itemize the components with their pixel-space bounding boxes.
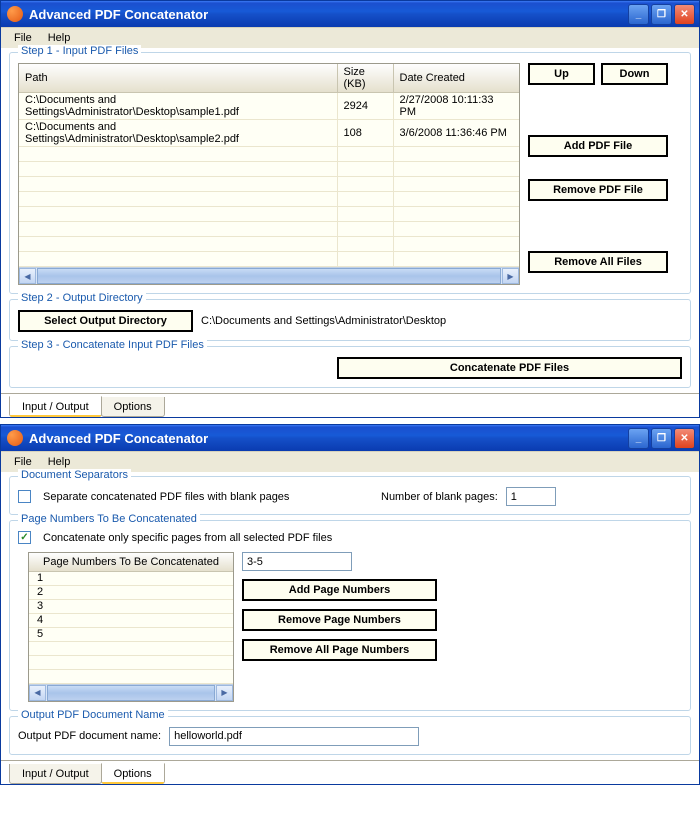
list-item: 3 bbox=[29, 599, 233, 613]
window-io: Advanced PDF Concatenator _ ❐ ✕ File Hel… bbox=[0, 0, 700, 418]
col-size[interactable]: Size (KB) bbox=[337, 64, 393, 93]
step3-group: Step 3 - Concatenate Input PDF Files Con… bbox=[9, 346, 691, 388]
scroll-left-icon[interactable]: ◀ bbox=[29, 685, 46, 701]
maximize-button[interactable]: ❐ bbox=[651, 428, 672, 449]
output-name-label: Output PDF Document Name bbox=[18, 709, 168, 721]
step2-group: Step 2 - Output Directory Select Output … bbox=[9, 299, 691, 341]
list-item: 5 bbox=[29, 627, 233, 641]
step1-group: Step 1 - Input PDF Files Path Size (KB) … bbox=[9, 52, 691, 294]
close-button[interactable]: ✕ bbox=[674, 4, 695, 25]
tabstrip: Input / Output Options bbox=[1, 760, 699, 784]
h-scrollbar[interactable]: ◀ ▶ bbox=[29, 684, 233, 701]
page-numbers-group: Page Numbers To Be Concatenated Concaten… bbox=[9, 520, 691, 711]
maximize-button[interactable]: ❐ bbox=[651, 4, 672, 25]
col-date[interactable]: Date Created bbox=[393, 64, 519, 93]
add-page-numbers-button[interactable]: Add Page Numbers bbox=[242, 579, 437, 601]
separate-checkbox-label: Separate concatenated PDF files with bla… bbox=[43, 491, 373, 503]
table-row: C:\Documents and Settings\Administrator\… bbox=[19, 93, 519, 120]
tab-options[interactable]: Options bbox=[101, 763, 165, 784]
page-range-input[interactable] bbox=[242, 552, 352, 571]
scroll-left-icon[interactable]: ◀ bbox=[19, 268, 36, 284]
add-pdf-button[interactable]: Add PDF File bbox=[528, 135, 668, 157]
tab-options[interactable]: Options bbox=[101, 397, 165, 417]
output-name-input[interactable] bbox=[169, 727, 419, 746]
remove-all-button[interactable]: Remove All Files bbox=[528, 251, 668, 273]
output-name-field-label: Output PDF document name: bbox=[18, 730, 161, 742]
specific-pages-label: Concatenate only specific pages from all… bbox=[43, 532, 332, 544]
pn-col[interactable]: Page Numbers To Be Concatenated bbox=[29, 553, 233, 571]
h-scrollbar[interactable]: ◀ ▶ bbox=[19, 267, 519, 284]
tab-input-output[interactable]: Input / Output bbox=[9, 764, 102, 784]
window-title: Advanced PDF Concatenator bbox=[29, 7, 628, 22]
blank-pages-label: Number of blank pages: bbox=[381, 491, 498, 503]
window-options: Advanced PDF Concatenator _ ❐ ✕ File Hel… bbox=[0, 424, 700, 785]
window-title: Advanced PDF Concatenator bbox=[29, 431, 628, 446]
titlebar[interactable]: Advanced PDF Concatenator _ ❐ ✕ bbox=[1, 425, 699, 451]
list-item: 1 bbox=[29, 571, 233, 585]
remove-page-numbers-button[interactable]: Remove Page Numbers bbox=[242, 609, 437, 631]
separate-checkbox[interactable] bbox=[18, 490, 31, 503]
app-icon bbox=[7, 430, 23, 446]
output-name-group: Output PDF Document Name Output PDF docu… bbox=[9, 716, 691, 755]
separators-label: Document Separators bbox=[18, 469, 131, 481]
app-icon bbox=[7, 6, 23, 22]
page-numbers-label: Page Numbers To Be Concatenated bbox=[18, 513, 200, 525]
step2-label: Step 2 - Output Directory bbox=[18, 292, 146, 304]
scroll-thumb[interactable] bbox=[37, 268, 501, 284]
close-button[interactable]: ✕ bbox=[674, 428, 695, 449]
table-row: C:\Documents and Settings\Administrator\… bbox=[19, 120, 519, 147]
remove-pdf-button[interactable]: Remove PDF File bbox=[528, 179, 668, 201]
select-output-dir-button[interactable]: Select Output Directory bbox=[18, 310, 193, 332]
page-numbers-table[interactable]: Page Numbers To Be Concatenated 1 2 3 4 … bbox=[28, 552, 234, 702]
scroll-right-icon[interactable]: ▶ bbox=[216, 685, 233, 701]
list-item: 4 bbox=[29, 613, 233, 627]
up-button[interactable]: Up bbox=[528, 63, 595, 85]
step3-label: Step 3 - Concatenate Input PDF Files bbox=[18, 339, 207, 351]
down-button[interactable]: Down bbox=[601, 63, 668, 85]
list-item: 2 bbox=[29, 585, 233, 599]
minimize-button[interactable]: _ bbox=[628, 4, 649, 25]
output-dir-text: C:\Documents and Settings\Administrator\… bbox=[201, 315, 446, 327]
scroll-right-icon[interactable]: ▶ bbox=[502, 268, 519, 284]
minimize-button[interactable]: _ bbox=[628, 428, 649, 449]
specific-pages-checkbox[interactable] bbox=[18, 531, 31, 544]
step1-label: Step 1 - Input PDF Files bbox=[18, 45, 141, 57]
scroll-thumb[interactable] bbox=[47, 685, 215, 701]
file-table[interactable]: Path Size (KB) Date Created C:\Documents… bbox=[18, 63, 520, 285]
blank-pages-input[interactable] bbox=[506, 487, 556, 506]
concatenate-button[interactable]: Concatenate PDF Files bbox=[337, 357, 682, 379]
remove-all-page-numbers-button[interactable]: Remove All Page Numbers bbox=[242, 639, 437, 661]
col-path[interactable]: Path bbox=[19, 64, 337, 93]
titlebar[interactable]: Advanced PDF Concatenator _ ❐ ✕ bbox=[1, 1, 699, 27]
tabstrip: Input / Output Options bbox=[1, 393, 699, 417]
separators-group: Document Separators Separate concatenate… bbox=[9, 476, 691, 515]
tab-input-output[interactable]: Input / Output bbox=[9, 396, 102, 417]
